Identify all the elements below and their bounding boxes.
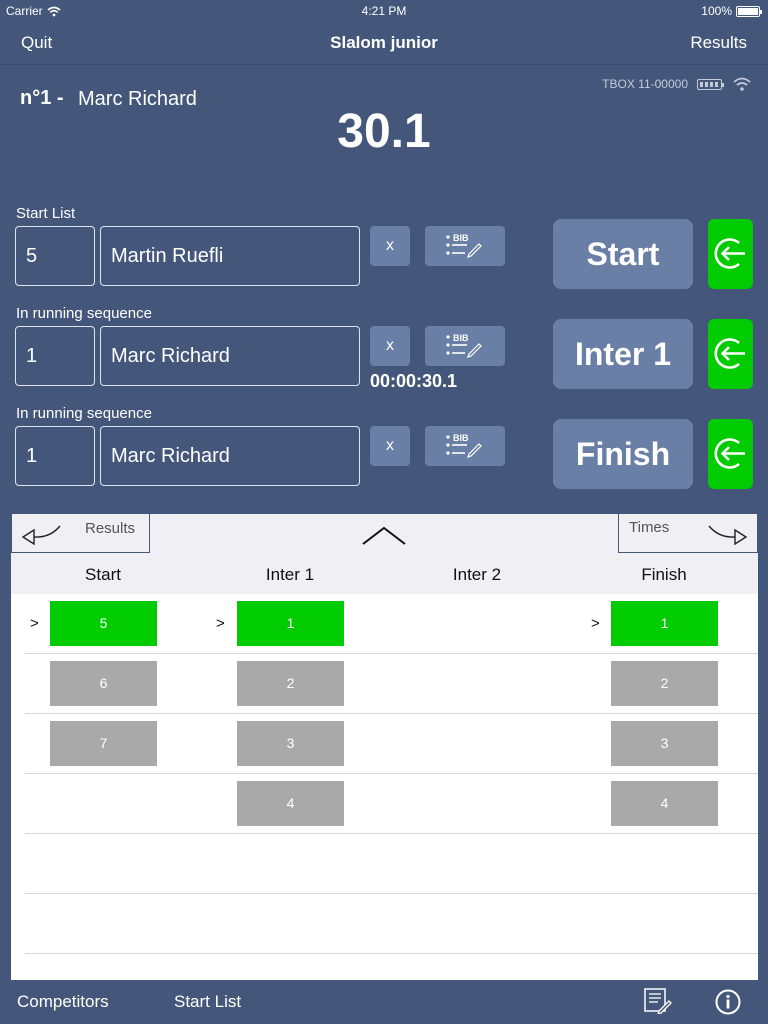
results-tab-label: Results <box>85 520 136 537</box>
collapse-chevron-icon[interactable] <box>361 524 407 546</box>
start-name-field[interactable]: Martin Ruefli <box>100 226 360 286</box>
inter1-bib-edit-button[interactable]: BIB <box>425 326 505 366</box>
column-header-finish: Finish <box>641 565 687 584</box>
row-divider <box>25 833 758 834</box>
times-tab-label: Times <box>629 519 670 536</box>
enter-arrow-icon <box>714 438 745 469</box>
inter1-clear-button[interactable]: x <box>370 326 410 366</box>
bib-edit-icon: BIB <box>446 333 482 358</box>
start-bib-edit-button[interactable]: BIB <box>425 226 505 266</box>
bib-icon-text: BIB <box>453 333 469 343</box>
nav-divider <box>0 64 768 65</box>
finish-chip[interactable]: 4 <box>611 781 718 826</box>
battery-percent: 100% <box>701 4 732 18</box>
column-header-inter2: Inter 2 <box>452 565 502 584</box>
row-divider <box>25 893 758 894</box>
inter1-bib-field[interactable]: 1 <box>15 326 95 386</box>
inter1-chip[interactable]: 4 <box>237 781 344 826</box>
row-divider <box>25 953 758 954</box>
current-marker-start: > <box>30 615 39 632</box>
column-header-inter1: Inter 1 <box>265 565 315 584</box>
bib-icon-text: BIB <box>453 233 469 243</box>
times-tab[interactable]: Times <box>618 514 758 553</box>
running-time: 30.1 <box>337 105 431 158</box>
column-header-start: Start <box>85 565 121 584</box>
start-button[interactable]: Start <box>553 219 693 289</box>
row-label-running-sequence-2: In running sequence <box>16 405 152 422</box>
results-button[interactable]: Results <box>690 33 747 53</box>
finish-go-button[interactable] <box>708 419 753 489</box>
inter1-time: 00:00:30.1 <box>370 371 458 391</box>
row-divider <box>25 773 758 774</box>
sequence-panel: Results Times Start Inter 1 Inter 2 Fini… <box>11 514 758 980</box>
curved-arrow-left-icon <box>21 525 61 546</box>
bib-icon-text: BIB <box>453 433 469 443</box>
current-marker-inter1: > <box>216 615 225 632</box>
finish-chip[interactable]: 3 <box>611 721 718 766</box>
inter1-go-button[interactable] <box>708 319 753 389</box>
row-label-start-list: Start List <box>16 205 76 222</box>
start-list-tab[interactable]: Start List <box>174 992 241 1012</box>
finish-clear-button[interactable]: x <box>370 426 410 466</box>
curved-arrow-right-icon <box>708 525 748 546</box>
finish-chip[interactable]: 2 <box>611 661 718 706</box>
finish-name-field[interactable]: Marc Richard <box>100 426 360 486</box>
finish-bib-field[interactable]: 1 <box>15 426 95 486</box>
row-label-running-sequence-1: In running sequence <box>16 305 152 322</box>
start-chip[interactable]: 5 <box>50 601 157 646</box>
enter-arrow-icon <box>714 238 745 269</box>
current-marker-finish: > <box>591 615 600 632</box>
device-battery-icon <box>697 79 724 90</box>
inter1-button[interactable]: Inter 1 <box>553 319 693 389</box>
inter1-chip[interactable]: 3 <box>237 721 344 766</box>
battery-icon <box>736 5 762 17</box>
results-tab[interactable]: Results <box>11 514 150 553</box>
device-id: TBOX 11-00000 <box>602 77 688 91</box>
inter1-chip[interactable]: 2 <box>237 661 344 706</box>
row-divider <box>25 653 758 654</box>
status-bar-right: 100% <box>701 4 762 18</box>
competitors-tab[interactable]: Competitors <box>17 992 109 1012</box>
finish-button[interactable]: Finish <box>553 419 693 489</box>
enter-arrow-icon <box>714 338 745 369</box>
report-edit-icon[interactable] <box>644 988 672 1014</box>
bib-edit-icon: BIB <box>446 233 482 258</box>
finish-chip[interactable]: 1 <box>611 601 718 646</box>
status-time: 4:21 PM <box>361 4 407 18</box>
start-clear-button[interactable]: x <box>370 226 410 266</box>
inter1-chip[interactable]: 1 <box>237 601 344 646</box>
bib-edit-icon: BIB <box>446 433 482 458</box>
start-go-button[interactable] <box>708 219 753 289</box>
inter1-name-field[interactable]: Marc Richard <box>100 326 360 386</box>
device-signal-icon <box>733 77 751 91</box>
page-title: Slalom junior <box>330 33 438 52</box>
info-icon[interactable] <box>715 989 741 1015</box>
start-chip[interactable]: 6 <box>50 661 157 706</box>
start-bib-field[interactable]: 5 <box>15 226 95 286</box>
finish-bib-edit-button[interactable]: BIB <box>425 426 505 466</box>
start-chip[interactable]: 7 <box>50 721 157 766</box>
row-divider <box>25 713 758 714</box>
